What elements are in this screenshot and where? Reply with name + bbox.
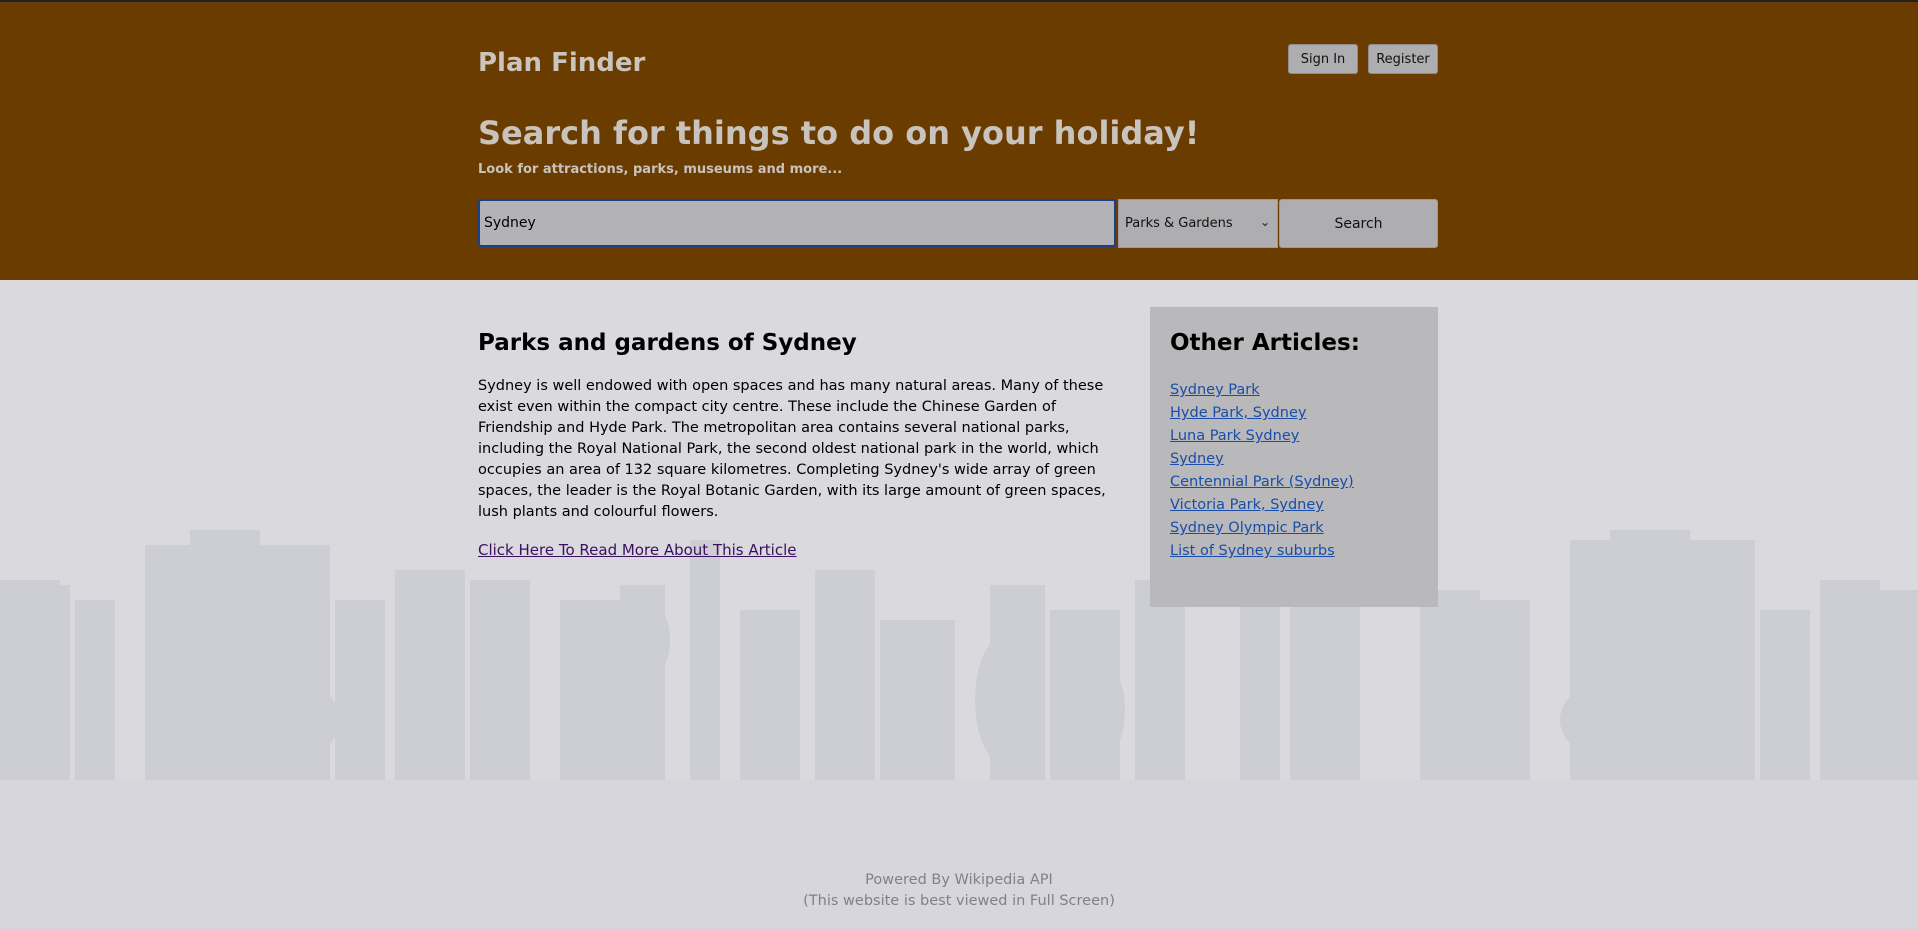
other-articles-heading: Other Articles: bbox=[1170, 330, 1360, 356]
category-select-value: Parks & Gardens bbox=[1125, 216, 1233, 231]
list-item: Luna Park Sydney bbox=[1170, 424, 1418, 447]
article: Parks and gardens of Sydney Sydney is we… bbox=[478, 330, 1133, 559]
chevron-down-icon: ⌄ bbox=[1259, 215, 1270, 229]
search-input[interactable] bbox=[478, 199, 1116, 247]
read-more-link[interactable]: Click Here To Read More About This Artic… bbox=[478, 541, 796, 559]
list-item: Centennial Park (Sydney) bbox=[1170, 470, 1418, 493]
search-button[interactable]: Search bbox=[1279, 199, 1438, 248]
site-footer: Powered By Wikipedia API (This website i… bbox=[0, 870, 1918, 912]
other-articles-panel: Other Articles: Sydney Park Hyde Park, S… bbox=[1150, 307, 1438, 607]
article-link[interactable]: Centennial Park (Sydney) bbox=[1170, 474, 1354, 490]
list-item: Victoria Park, Sydney bbox=[1170, 493, 1418, 516]
sign-in-button[interactable]: Sign In bbox=[1288, 44, 1358, 74]
hero-subtitle: Look for attractions, parks, museums and… bbox=[478, 162, 843, 177]
site-header: Plan Finder Sign In Register Search for … bbox=[0, 2, 1918, 280]
footer-credit: Powered By Wikipedia API bbox=[865, 872, 1053, 888]
hero-title: Search for things to do on your holiday! bbox=[478, 114, 1200, 152]
register-button[interactable]: Register bbox=[1368, 44, 1438, 74]
article-heading: Parks and gardens of Sydney bbox=[478, 330, 857, 356]
site-brand[interactable]: Plan Finder bbox=[478, 48, 645, 78]
article-body: Sydney is well endowed with open spaces … bbox=[478, 378, 1106, 520]
list-item: List of Sydney suburbs bbox=[1170, 539, 1418, 562]
list-item: Sydney bbox=[1170, 447, 1418, 470]
article-link[interactable]: List of Sydney suburbs bbox=[1170, 543, 1335, 559]
footer-note: (This website is best viewed in Full Scr… bbox=[803, 893, 1115, 909]
article-link[interactable]: Hyde Park, Sydney bbox=[1170, 405, 1306, 421]
article-link[interactable]: Sydney Park bbox=[1170, 382, 1260, 398]
article-link[interactable]: Sydney bbox=[1170, 451, 1224, 467]
category-select[interactable]: Parks & Gardens ⌄ bbox=[1118, 199, 1278, 248]
article-link[interactable]: Victoria Park, Sydney bbox=[1170, 497, 1324, 513]
list-item: Hyde Park, Sydney bbox=[1170, 401, 1418, 424]
article-link[interactable]: Sydney Olympic Park bbox=[1170, 520, 1324, 536]
list-item: Sydney Park bbox=[1170, 378, 1418, 401]
other-articles-list: Sydney Park Hyde Park, Sydney Luna Park … bbox=[1170, 378, 1418, 562]
article-link[interactable]: Luna Park Sydney bbox=[1170, 428, 1299, 444]
list-item: Sydney Olympic Park bbox=[1170, 516, 1418, 539]
